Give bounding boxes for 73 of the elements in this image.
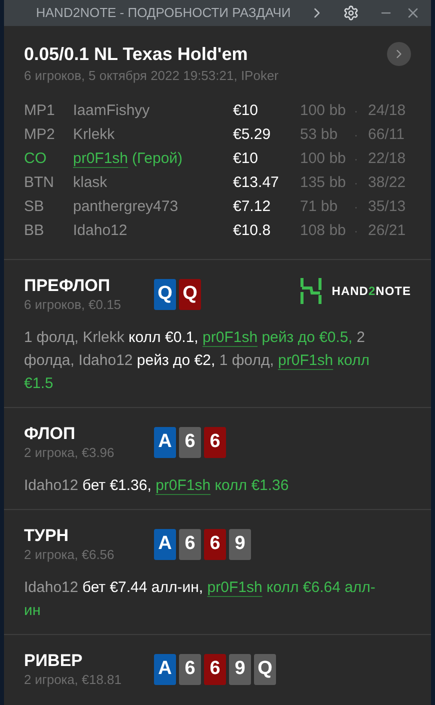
separator-dot: ·: [354, 199, 359, 216]
street-title: ПРЕФЛОП: [24, 276, 112, 296]
street-info: 2 игрока, €6.56: [24, 546, 116, 563]
card: Q: [154, 279, 176, 310]
player-position: CO: [24, 149, 48, 169]
logo-icon: [300, 278, 322, 304]
player-stack: €10.8: [233, 221, 272, 241]
logo-text: HAND2NOTE: [332, 283, 411, 300]
player-stack: €5.29: [233, 125, 272, 145]
player-stats: 35/13: [368, 197, 406, 217]
street-title: РИВЕР: [24, 651, 84, 671]
player-stats: 38/22: [368, 173, 406, 193]
stack-bb: 100 bb: [300, 149, 347, 169]
player-stats: 26/21: [368, 221, 406, 241]
player-link[interactable]: pr0F1sh: [156, 477, 211, 494]
card: 6: [204, 427, 226, 458]
player-name: Idaho12: [73, 221, 128, 241]
player-position: SB: [24, 197, 46, 217]
window-title: HAND2NOTE - ПОДРОБНОСТИ РАЗДАЧИ: [36, 4, 291, 22]
player-position: MP2: [24, 125, 56, 145]
player-name: Krlekk: [73, 125, 115, 145]
player-stats: 66/11: [368, 125, 404, 145]
street-info: 2 игрока, €18.81: [24, 671, 122, 688]
hero-label: (Герой): [132, 149, 183, 169]
action-text: Idaho12 бет €1.36, pr0F1sh колл €1.36: [24, 476, 290, 496]
separator-dot: ·: [354, 175, 359, 192]
player-stack: €13.47: [233, 173, 280, 193]
street-title: ФЛОП: [24, 424, 76, 444]
hand-title: 0.05/0.1 NL Texas Hold'em: [24, 43, 248, 66]
card: 6: [179, 654, 201, 685]
separator-dot: ·: [354, 151, 359, 168]
action-text: Idaho12 бет €7.44 алл-ин, pr0F1sh колл €6.64 алл-ин: [24, 578, 376, 621]
street-title: ТУРН: [24, 526, 70, 546]
next-button[interactable]: [387, 42, 411, 66]
separator-dot: ·: [354, 223, 359, 240]
player-name: IaamFishyy: [73, 101, 150, 121]
player-position: BTN: [24, 173, 55, 193]
separator-dot: ·: [354, 127, 359, 144]
card: Q: [254, 654, 276, 685]
card: 6: [179, 427, 201, 458]
player-stack: €7.12: [233, 197, 272, 217]
card: A: [154, 427, 176, 458]
settings-icon[interactable]: [343, 5, 359, 21]
stack-bb: 53 bb: [300, 125, 339, 145]
player-position: BB: [24, 221, 46, 241]
player-link[interactable]: pr0F1sh: [73, 147, 128, 170]
card: A: [154, 654, 176, 685]
card: 9: [229, 529, 251, 560]
card: 6: [204, 654, 226, 685]
player-stats: 24/18: [368, 101, 406, 121]
player-link[interactable]: pr0F1sh: [202, 329, 258, 346]
street-info: 2 игрока, €3.96: [24, 444, 116, 461]
player-name: klask: [73, 173, 108, 193]
stack-bb: 108 bb: [300, 221, 347, 241]
hand-subtitle: 6 игроков, 5 октября 2022 19:53:21, IPoker: [24, 67, 280, 85]
action-text: 1 фолд, Krlekk колл €0.1, pr0F1sh рейз до €0.5, 2 фолда, Idaho12 рейз до €2, 1 фолд, pr0F1sh колл €1.5: [24, 328, 370, 394]
card: 6: [204, 529, 226, 560]
card: A: [154, 529, 176, 560]
card: 9: [229, 654, 251, 685]
player-name: panthergrey473: [73, 197, 178, 217]
player-position: MP1: [24, 101, 56, 121]
stack-bb: 135 bb: [300, 173, 347, 193]
card: Q: [179, 279, 201, 310]
separator-dot: ·: [354, 103, 359, 120]
street-info: 6 игроков, €0.15: [24, 296, 122, 313]
player-link[interactable]: pr0F1sh: [207, 579, 262, 596]
stack-bb: 100 bb: [300, 101, 347, 121]
stack-bb: 71 bb: [300, 197, 339, 217]
player-link[interactable]: pr0F1sh: [278, 352, 334, 369]
card: 6: [179, 529, 201, 560]
player-stack: €10: [233, 149, 260, 169]
player-stack: €10: [233, 101, 260, 121]
player-stats: 22/18: [368, 149, 406, 169]
